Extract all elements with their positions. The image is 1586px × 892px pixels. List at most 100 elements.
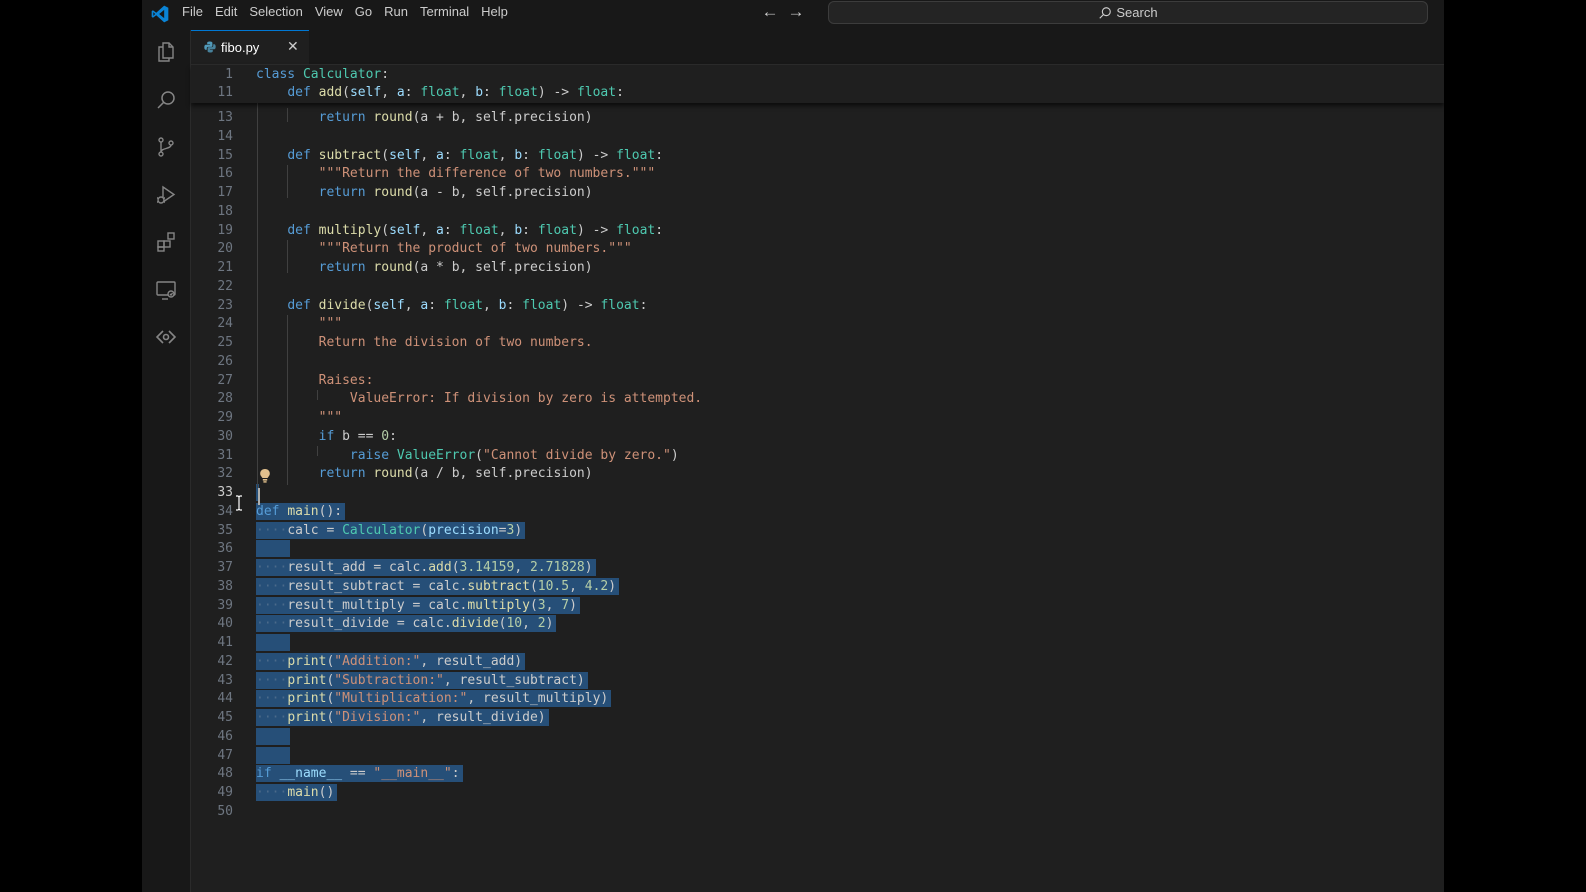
code-line	[256, 633, 291, 652]
code-line: ····print("Addition:", result_add)	[256, 652, 526, 671]
tab-label: fibo.py	[221, 40, 260, 55]
tab-fibo-py[interactable]: fibo.py ✕	[191, 30, 309, 64]
code-token: ,	[569, 579, 585, 594]
code-token: ,	[498, 148, 515, 163]
indent-guide	[257, 103, 258, 488]
line-number: 24	[217, 316, 233, 331]
code-token: print	[287, 673, 327, 688]
menu-selection[interactable]: Selection	[243, 0, 308, 30]
code-editor[interactable]: 1 class Calculator: 11 def add(self, a: fl…	[191, 65, 1444, 892]
line-number: 44	[217, 691, 233, 706]
code-line: ····print("Subtraction:", result_subtrac…	[256, 671, 588, 690]
line-number: 1	[225, 67, 233, 82]
line-number: 50	[217, 804, 233, 819]
close-icon[interactable]: ✕	[287, 38, 299, 55]
menu-file[interactable]: File	[176, 0, 209, 30]
remote-connection-button[interactable]	[152, 323, 180, 351]
code-line: ····calc = Calculator(precision=3)	[256, 521, 526, 540]
editor-tab-bar: fibo.py ✕	[191, 30, 1444, 65]
code-token: 2	[537, 616, 546, 631]
code-token: (a * b, self.precision)	[412, 260, 593, 275]
sticky-scroll-header[interactable]: 1 class Calculator: 11 def add(self, a: fl…	[191, 65, 1444, 103]
menu-help[interactable]: Help	[475, 0, 514, 30]
code-line: if b == 0:	[256, 427, 397, 446]
code-token: :	[483, 85, 499, 100]
line-number: 17	[217, 185, 233, 200]
code-token: round	[373, 185, 413, 200]
code-token: ,	[522, 616, 538, 631]
menu-edit[interactable]: Edit	[209, 0, 243, 30]
line-number: 23	[217, 298, 233, 313]
code-token: subtract	[467, 579, 530, 594]
code-token: ····	[256, 710, 288, 725]
code-token: :	[443, 223, 460, 238]
code-token: )	[584, 560, 593, 575]
search-button[interactable]	[152, 86, 180, 114]
line-number: 33	[217, 485, 233, 500]
arrow-left-icon[interactable]: ←	[759, 2, 781, 24]
code-token: ,	[420, 223, 437, 238]
remote-explorer-button[interactable]	[152, 276, 180, 304]
code-line: ValueError: If division by zero is attem…	[256, 389, 702, 408]
code-line: """Return the product of two numbers."""	[256, 239, 632, 258]
line-number: 14	[217, 129, 233, 144]
source-control-button[interactable]	[152, 133, 180, 161]
lightbulb-icon[interactable]	[259, 468, 271, 488]
code-token: float	[616, 223, 656, 238]
line-number: 20	[217, 241, 233, 256]
code-token: 10.5	[537, 579, 570, 594]
code-token: ) ->	[576, 223, 617, 238]
code-token: :	[428, 298, 444, 313]
code-token: ····	[256, 654, 288, 669]
line-number: 47	[217, 748, 233, 763]
extensions-button[interactable]	[152, 228, 180, 256]
line-number: 41	[217, 635, 233, 650]
run-debug-button[interactable]	[152, 181, 180, 209]
vscode-window: File Edit Selection View Go Run Terminal…	[142, 0, 1444, 892]
code-token: float	[537, 223, 577, 238]
extensions-icon	[157, 232, 175, 252]
code-token: :	[655, 148, 664, 163]
menu-view[interactable]: View	[309, 0, 349, 30]
line-number: 29	[217, 410, 233, 425]
code-token: a	[436, 223, 444, 238]
menu-terminal[interactable]: Terminal	[414, 0, 475, 30]
line-number: 22	[217, 279, 233, 294]
line-number: 19	[217, 223, 233, 238]
code-token: float	[459, 148, 499, 163]
code-line: ····print("Division:", result_divide)	[256, 708, 549, 727]
command-center-search[interactable]: Search	[828, 1, 1428, 24]
code-token: ,	[381, 85, 397, 100]
run-debug-icon	[157, 185, 176, 204]
code-token: (a - b, self.precision)	[412, 185, 593, 200]
code-line	[256, 727, 291, 746]
code-token: float	[498, 85, 538, 100]
arrow-right-icon[interactable]: →	[785, 2, 807, 24]
menu-go[interactable]: Go	[349, 0, 378, 30]
menu-bar: File Edit Selection View Go Run Terminal…	[176, 0, 514, 30]
code-token: :	[404, 85, 421, 100]
code-token: (	[451, 560, 460, 575]
code-line: return round(a * b, self.precision)	[256, 258, 593, 277]
code-line: def divide(self, a: float, b: float) -> …	[256, 296, 647, 315]
explorer-button[interactable]	[152, 38, 180, 66]
code-token: """Return the product of two numbers."""	[318, 241, 632, 256]
code-token: )	[608, 579, 617, 594]
line-number: 38	[217, 579, 233, 594]
code-token: "Subtraction:"	[334, 673, 444, 688]
line-number: 28	[217, 391, 233, 406]
code-line: ····result_divide = calc.divide(10, 2)	[256, 614, 557, 633]
line-number: 15	[217, 148, 233, 163]
search-icon	[1099, 6, 1112, 19]
menu-run[interactable]: Run	[378, 0, 414, 30]
code-token: self	[389, 148, 421, 163]
code-token: float	[600, 298, 640, 313]
code-token: float	[576, 85, 617, 100]
line-number: 43	[217, 673, 233, 688]
code-token: ,	[498, 223, 515, 238]
code-token: ,	[459, 85, 476, 100]
code-token: def	[287, 85, 319, 100]
code-line: ····print("Multiplication:", result_mult…	[256, 689, 612, 708]
